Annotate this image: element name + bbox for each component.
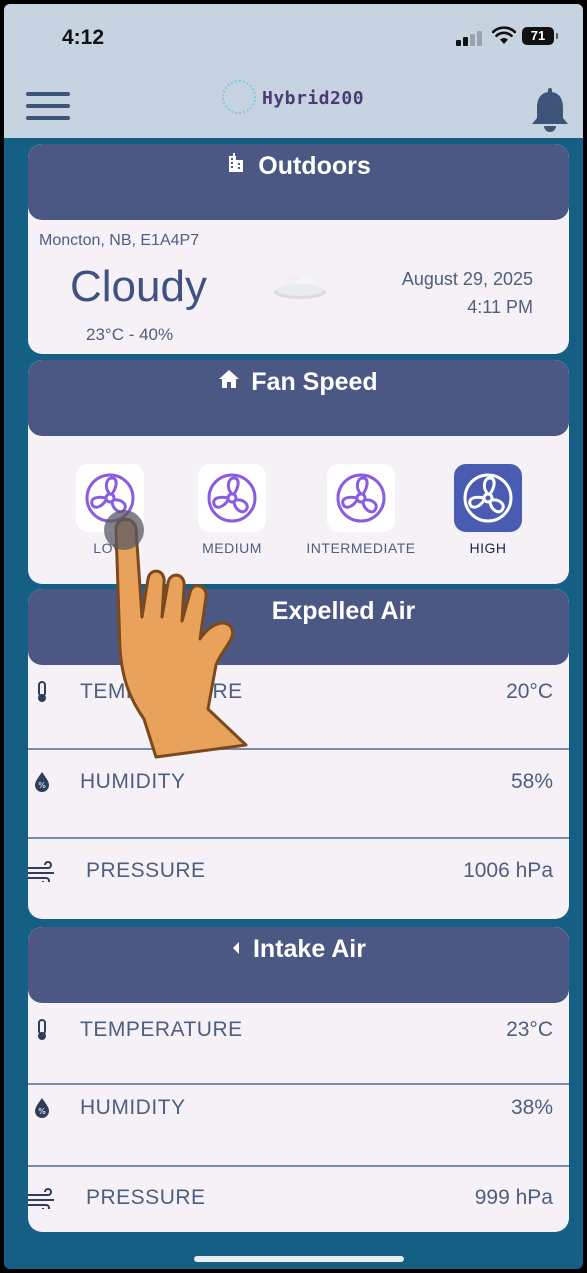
- temp-humidity-text: 23°C - 40%: [86, 325, 174, 344]
- app-name: Hybrid200: [262, 88, 365, 109]
- logo-ring-icon: [222, 80, 256, 114]
- app-logo: Hybrid200: [222, 80, 382, 116]
- thermometer-icon: [38, 681, 46, 702]
- date-text: August 29, 2025: [401, 269, 533, 289]
- menu-button[interactable]: [26, 92, 70, 122]
- intake-air-title: Intake Air: [252, 935, 366, 963]
- time-text: 4:11 PM: [467, 297, 533, 317]
- row-label: PRESSURE: [86, 1186, 206, 1209]
- intake-temperature-row: TEMPERATURE 23°C: [28, 997, 569, 1077]
- row-value: 1006 hPa: [463, 859, 553, 882]
- wind-icon: [28, 1188, 54, 1209]
- cloud-icon: [274, 274, 326, 299]
- status-time: 4:12: [62, 26, 105, 49]
- humidity-icon: %: [35, 1098, 49, 1118]
- outdoors-title: Outdoors: [258, 152, 371, 180]
- fan-high-label: HIGH: [469, 540, 507, 556]
- fan-high-button[interactable]: [454, 464, 522, 532]
- row-value: 23°C: [506, 1018, 553, 1041]
- building-icon: [226, 152, 246, 178]
- humidity-icon: %: [35, 772, 49, 792]
- fan-speed-header: Fan Speed: [28, 360, 569, 436]
- notifications-bell-icon[interactable]: [530, 88, 570, 132]
- fan-speed-title: Fan Speed: [251, 368, 378, 396]
- row-label: HUMIDITY: [80, 770, 186, 793]
- row-label: PRESSURE: [86, 859, 206, 882]
- home-indicator[interactable]: [194, 1256, 404, 1262]
- outdoors-card: Outdoors Moncton, NB, E1A4P7 Cloudy 23°C…: [28, 144, 569, 354]
- row-value: 20°C: [506, 680, 553, 703]
- expelled-pressure-row: PRESSURE 1006 hPa: [28, 838, 569, 918]
- caret-left-icon: [231, 938, 241, 961]
- intake-air-card: Intake Air TEMPERATURE 23°C % HUMIDITY 3…: [28, 927, 569, 1232]
- fan-icon: [336, 473, 386, 523]
- home-icon: [219, 370, 240, 394]
- fan-intermediate-button[interactable]: [327, 464, 395, 532]
- intake-pressure-row: PRESSURE 999 hPa: [28, 1165, 569, 1232]
- fan-intermediate-label: INTERMEDIATE: [306, 540, 416, 556]
- battery-icon: 71: [522, 27, 558, 45]
- touch-indicator: [104, 510, 144, 550]
- row-value: 38%: [510, 1096, 553, 1119]
- svg-text:%: %: [38, 781, 46, 790]
- svg-text:%: %: [38, 1107, 46, 1116]
- row-value: 999 hPa: [474, 1186, 553, 1209]
- location-text: Moncton, NB, E1A4P7: [39, 232, 200, 249]
- outdoors-header: Outdoors: [28, 144, 569, 220]
- wifi-icon: [492, 26, 516, 44]
- intake-air-header: Intake Air: [28, 927, 569, 1003]
- thermometer-icon: [38, 1019, 46, 1040]
- app-screen: 4:12 71 Hybrid200 Outdoors Moncton, NB, …: [4, 4, 583, 1269]
- cellular-signal-icon: [456, 30, 484, 46]
- datetime-block: August 29, 2025 4:11 PM: [402, 265, 533, 321]
- intake-humidity-row: % HUMIDITY 38%: [28, 1075, 569, 1155]
- weather-condition: Cloudy: [70, 262, 207, 311]
- row-label: TEMPERATURE: [80, 1018, 243, 1041]
- row-label: HUMIDITY: [80, 1096, 186, 1119]
- row-value: 58%: [510, 770, 553, 793]
- top-bar: 4:12 71 Hybrid200: [4, 4, 583, 138]
- fan-icon: [463, 473, 513, 523]
- expelled-air-title: Expelled Air: [271, 597, 416, 625]
- wind-icon: [28, 861, 54, 882]
